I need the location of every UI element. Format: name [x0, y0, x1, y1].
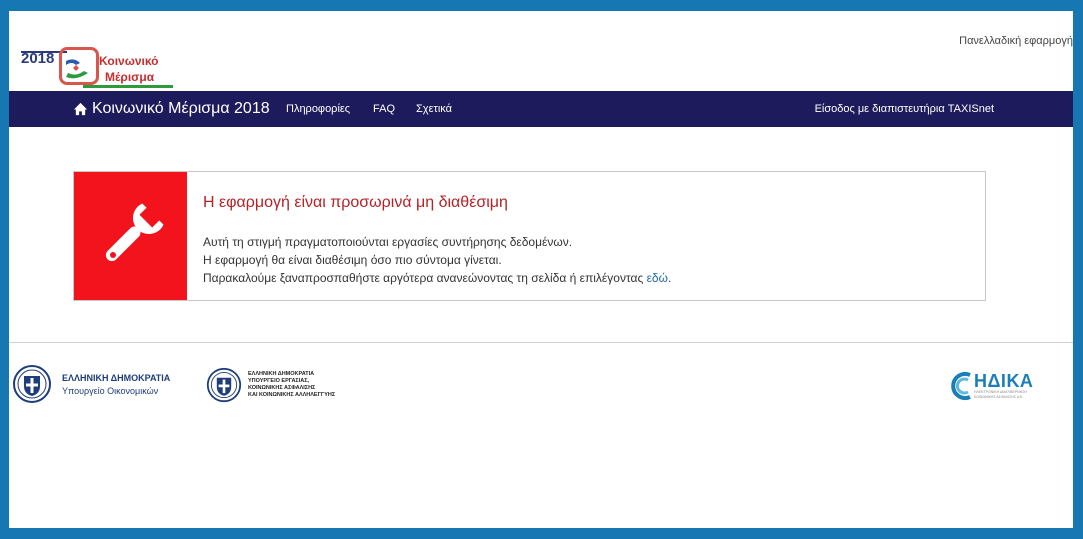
ministry-labour-line2: ΥΠΟΥΡΓΕΙΟ ΕΡΓΑΣΙΑΣ,	[248, 378, 310, 384]
ministry-labour-line4: ΚΑΙ ΚΟΙΝΩΝΙΚΗΣ ΑΛΛΗΛΕΓΓΥΗΣ	[248, 392, 336, 398]
idika-sub2: ΚΟΙΝΩΝΙΚΗΣ ΑΣΦΑΛΙΣΗΣ Α.Ε.	[974, 395, 1024, 399]
alert-line-3: Παρακαλούμε ξαναπροσπαθήστε αργότερα ανα…	[203, 269, 671, 287]
retry-link[interactable]: εδώ	[647, 271, 668, 285]
nav-link-about[interactable]: Σχετικά	[416, 103, 452, 115]
taxisnet-login-link[interactable]: Είσοδος με διαπιστευτήρια TAXISnet	[815, 103, 994, 115]
idika-logo: ΗΔΙΚΑ ΗΛΕΚΤΡΟΝΙΚΗ ΔΙΑΚΥΒΕΡΝΗΣΗ ΚΟΙΝΩΝΙΚΗ…	[948, 371, 1033, 401]
alert-line-3-text: Παρακαλούμε ξαναπροσπαθήστε αργότερα ανα…	[203, 271, 647, 285]
ministry-labour-logo: ΕΛΛΗΝΙΚΗ ΔΗΜΟΚΡΑΤΙΑ ΥΠΟΥΡΓΕΙΟ ΕΡΓΑΣΙΑΣ, …	[206, 367, 335, 403]
alert-line-1: Αυτή τη στιγμή πραγματοποιούνται εργασίε…	[203, 235, 573, 249]
logo-underline	[83, 85, 173, 88]
ministry-finance-logo: ΕΛΛΗΝΙΚΗ ΔΗΜΟΚΡΑΤΙΑ Υπουργείο Οικονομικώ…	[12, 364, 170, 404]
nav-link-faq[interactable]: FAQ	[373, 103, 395, 115]
maintenance-alert: Η εφαρμογή είναι προσωρινά μη διαθέσιμη …	[73, 171, 986, 301]
ministry-labour-line3: ΚΟΙΝΩΝΙΚΗΣ ΑΣΦΑΛΙΣΗΣ	[248, 385, 316, 391]
ministry-labour-line1: ΕΛΛΗΝΙΚΗ ΔΗΜΟΚΡΑΤΙΑ	[248, 371, 315, 377]
wrench-icon	[105, 203, 164, 262]
site-logo[interactable]: 2018 Κοινωνικό Μέρισμα	[21, 45, 173, 91]
ministry-finance-line2: Υπουργείο Οικονομικών	[62, 385, 159, 396]
greek-coat-of-arms-icon	[206, 367, 242, 403]
alert-line-3-end: .	[667, 271, 672, 285]
ministry-finance-line1: ΕΛΛΗΝΙΚΗ ΔΗΜΟΚΡΑΤΙΑ	[62, 372, 171, 383]
greek-coat-of-arms-icon	[13, 365, 51, 403]
nav-link-info[interactable]: Πληροφορίες	[286, 103, 350, 115]
logo-text-line1: Κοινωνικό	[99, 54, 159, 68]
navbar: Κοινωνικό Μέρισμα 2018 Πληροφορίες FAQ Σ…	[9, 91, 1073, 127]
alert-line-2: Η εφαρμογή θα είναι διαθέσιμη όσο πιο σύ…	[203, 253, 502, 267]
idika-name: ΗΔΙΚΑ	[974, 371, 1034, 391]
page-frame: 2018 Κοινωνικό Μέρισμα Πανελλαδική εφαρμ…	[9, 11, 1073, 528]
footer-divider	[9, 342, 1073, 343]
logo-year: 2018	[21, 50, 55, 67]
home-icon	[73, 102, 88, 116]
navbar-brand[interactable]: Κοινωνικό Μέρισμα 2018	[73, 100, 270, 118]
idika-swirl-icon	[951, 372, 971, 400]
hands-heart-icon	[66, 59, 88, 79]
logo-text-line2: Μέρισμα	[105, 70, 155, 84]
alert-body: Αυτή τη στιγμή πραγματοποιούνται εργασίε…	[203, 233, 671, 287]
app-scope-label: Πανελλαδική εφαρμογή	[959, 35, 1073, 47]
alert-icon-panel	[74, 172, 187, 300]
navbar-brand-label: Κοινωνικό Μέρισμα 2018	[92, 100, 270, 117]
alert-title: Η εφαρμογή είναι προσωρινά μη διαθέσιμη	[203, 194, 508, 211]
